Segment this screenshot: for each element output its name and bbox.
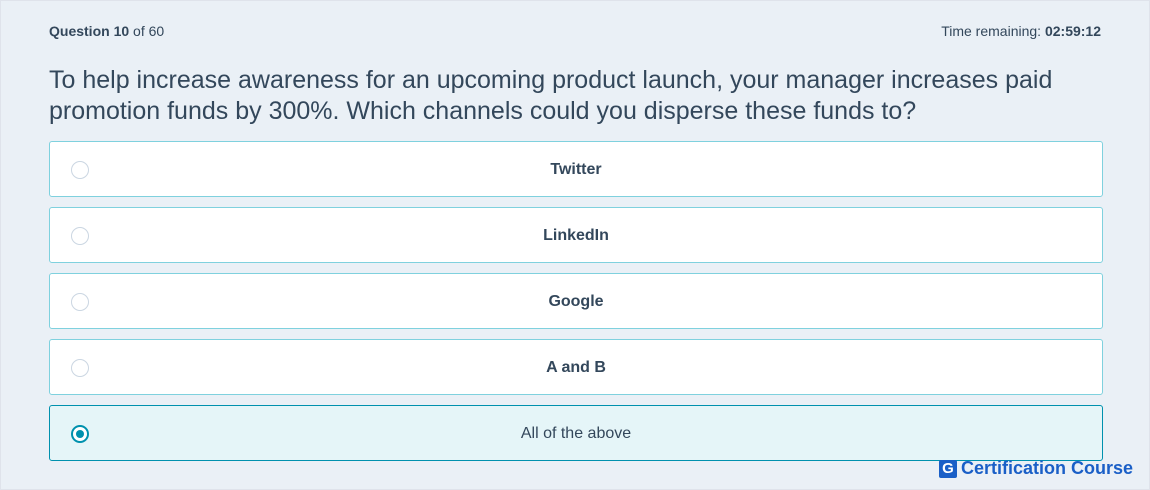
brand-logo: G Certification Course [938,458,1133,479]
question-number: 10 [113,23,130,39]
answer-option-google[interactable]: Google [49,273,1103,329]
answer-option-label: LinkedIn [543,227,609,244]
answer-option-label: A and B [546,359,606,376]
answer-options: Twitter LinkedIn Google A and B All of t… [49,141,1103,471]
quiz-header: Question 10 of 60 Time remaining: 02:59:… [49,23,1101,43]
timer-value: 02:59:12 [1044,23,1101,39]
question-text: To help increase awareness for an upcomi… [49,66,1053,125]
time-remaining: Time remaining: 02:59:12 [941,23,1101,39]
brand-mark-icon: G [938,459,957,478]
answer-option-label: Google [548,293,604,310]
timer-label: Time remaining: [941,23,1042,39]
question-total: of 60 [133,23,165,39]
answer-option-label: Twitter [550,161,602,178]
answer-option-a-and-b[interactable]: A and B [49,339,1103,395]
answer-option-label: All of the above [520,425,632,442]
question-counter: Question 10 of 60 [49,23,164,39]
brand-name: Certification Course [960,458,1133,478]
answer-option-all-of-the-above[interactable]: All of the above [49,405,1103,461]
question-word: Question [49,23,110,39]
answer-option-linkedin[interactable]: LinkedIn [49,207,1103,263]
question-counter-prefix: Question 10 [49,23,129,39]
answer-option-twitter[interactable]: Twitter [49,141,1103,197]
